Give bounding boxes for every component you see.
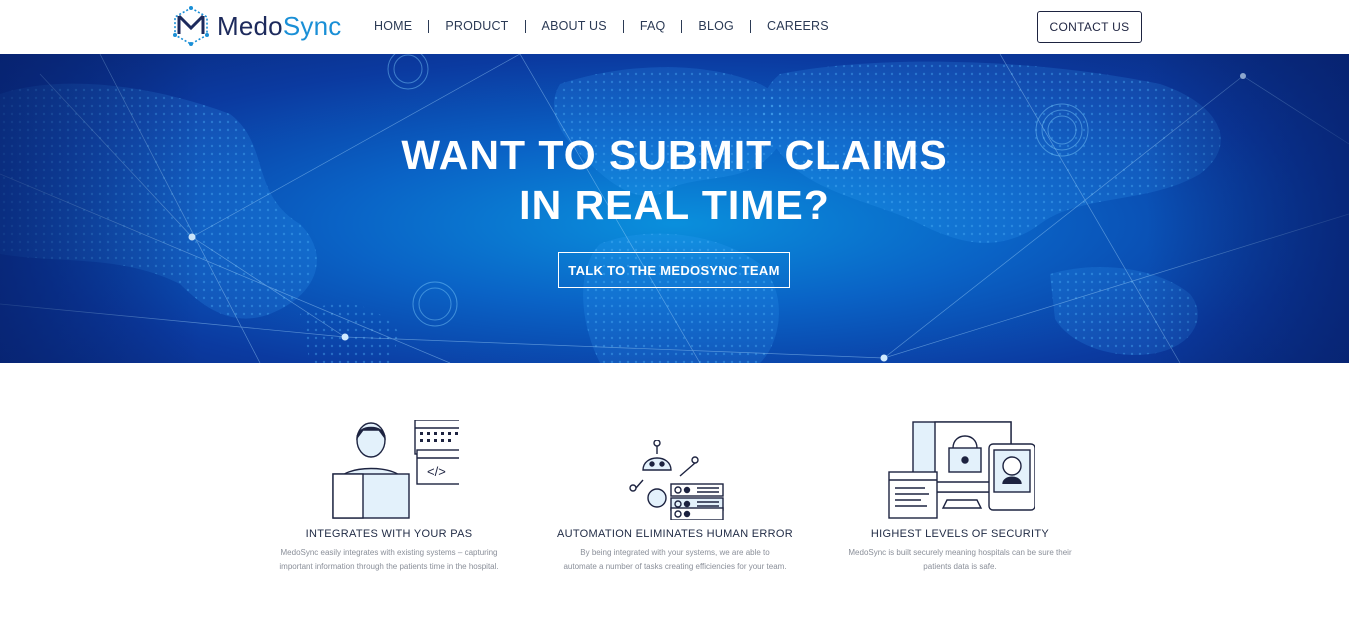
nav-blog[interactable]: BLOG [682, 18, 750, 34]
feature-description: MedoSync easily integrates with existing… [279, 548, 499, 571]
logo-text-part1: Medo [217, 10, 283, 41]
feature-description: By being integrated with your systems, w… [563, 548, 787, 571]
secure-devices-icon [830, 400, 1090, 520]
logo[interactable]: MedoSync [173, 6, 341, 46]
feature-security: HIGHEST LEVELS OF SECURITY MedoSync is b… [830, 400, 1090, 574]
feature-integrates: </> INTEGRATES WITH YOUR PAS MedoSync ea… [259, 400, 519, 574]
hero-title-line2: IN REAL TIME? [519, 182, 830, 228]
logo-cube-icon [173, 6, 209, 46]
feature-title: INTEGRATES WITH YOUR PAS [305, 528, 473, 540]
nav-product[interactable]: PRODUCT [429, 18, 524, 34]
talk-to-team-button[interactable]: TALK TO THE MEDOSYNC TEAM [558, 252, 790, 288]
nav-careers[interactable]: CAREERS [751, 18, 845, 34]
feature-description: MedoSync is built securely meaning hospi… [848, 548, 1072, 571]
site-header: MedoSync HOME PRODUCT ABOUT US FAQ BLOG … [0, 0, 1349, 54]
logo-text-part2: Sync [282, 10, 342, 41]
svg-text:</>: </> [427, 464, 446, 479]
person-computer-icon: </> [259, 400, 519, 520]
main-nav: HOME PRODUCT ABOUT US FAQ BLOG CAREERS [358, 18, 845, 34]
feature-title: HIGHEST LEVELS OF SECURITY [870, 528, 1050, 540]
nav-home[interactable]: HOME [358, 18, 428, 34]
nav-faq[interactable]: FAQ [624, 18, 682, 34]
robot-server-icon [545, 400, 805, 520]
hero-title-line1: WANT TO SUBMIT CLAIMS [401, 132, 948, 178]
hero-banner: WANT TO SUBMIT CLAIMS IN REAL TIME? TALK… [0, 54, 1349, 363]
contact-us-button[interactable]: CONTACT US [1037, 11, 1142, 43]
feature-title: AUTOMATION ELIMINATES HUMAN ERROR [556, 528, 794, 540]
nav-about-us[interactable]: ABOUT US [526, 18, 623, 34]
logo-wordmark: MedoSync [217, 11, 341, 42]
hero-title: WANT TO SUBMIT CLAIMS IN REAL TIME? [0, 130, 1349, 230]
feature-automation: AUTOMATION ELIMINATES HUMAN ERROR By bei… [545, 400, 805, 574]
